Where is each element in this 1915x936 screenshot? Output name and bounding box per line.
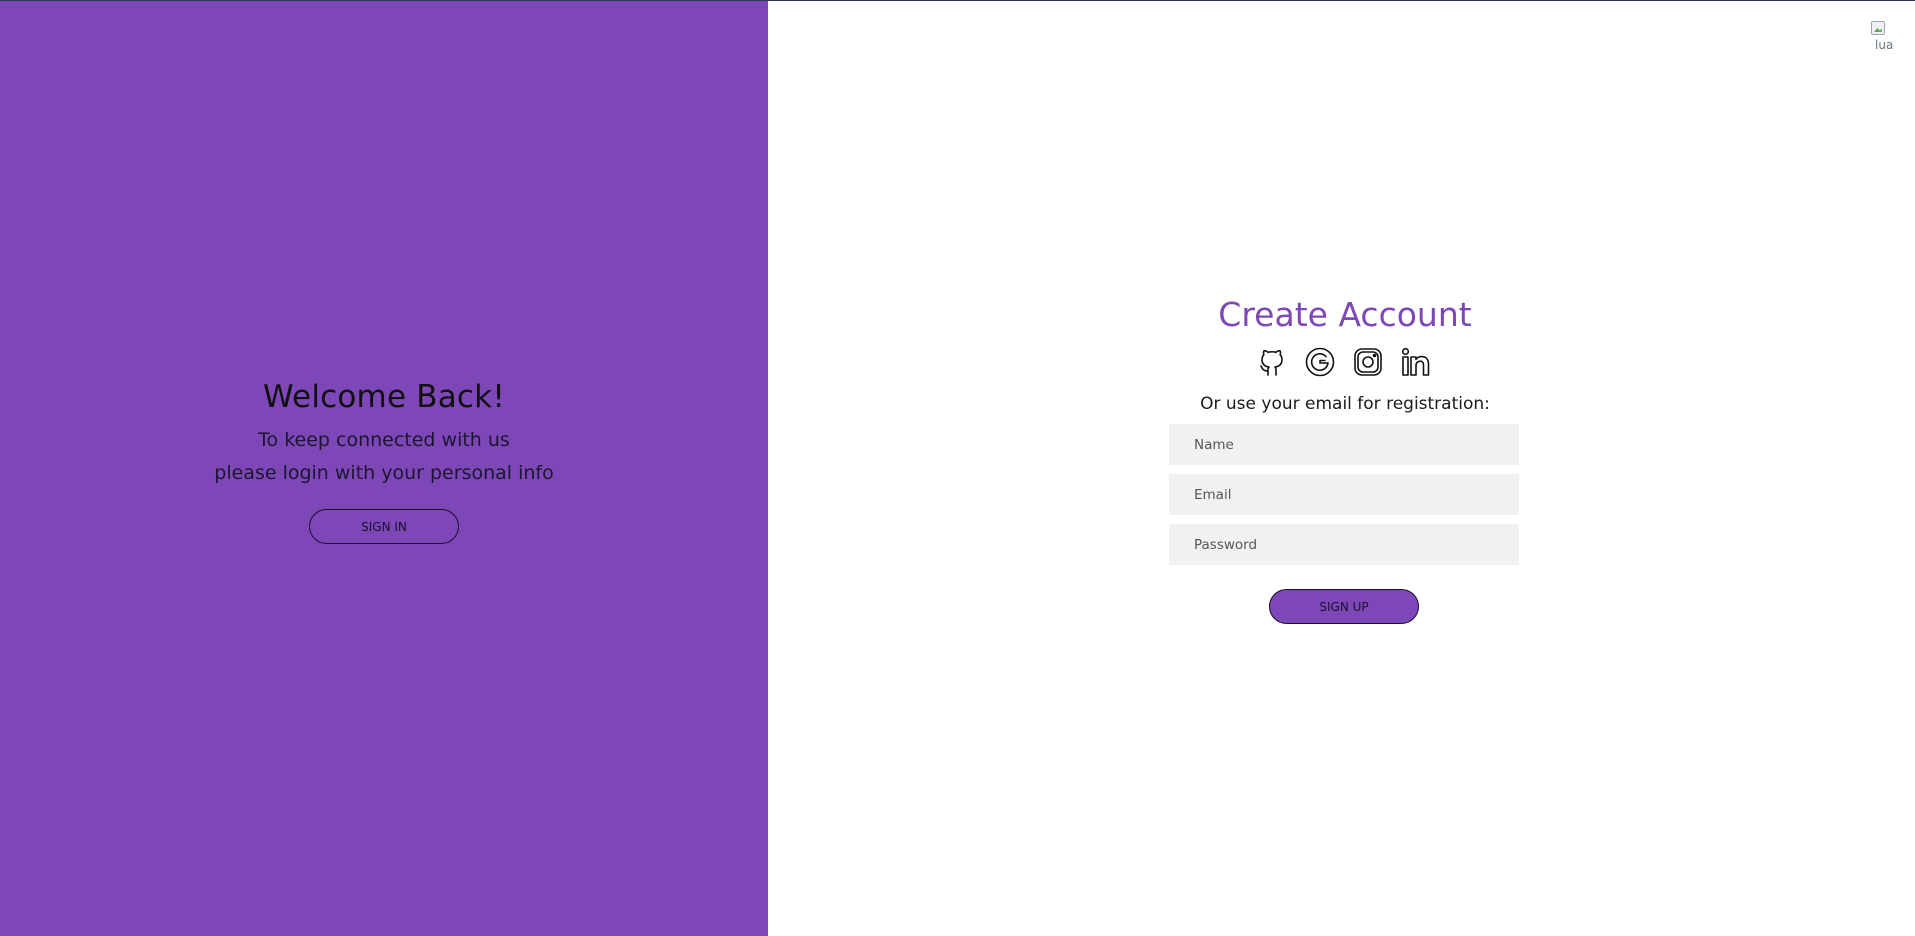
name-input[interactable]: [1169, 424, 1519, 465]
registration-subtitle: Or use your email for registration:: [1200, 394, 1490, 414]
welcome-panel: Welcome Back! To keep connected with us …: [0, 1, 768, 936]
sign-up-button[interactable]: SIGN UP: [1269, 589, 1419, 624]
welcome-title: Welcome Back!: [263, 379, 505, 415]
social-login-row: [1256, 343, 1432, 381]
password-input[interactable]: [1169, 524, 1519, 565]
broken-image-icon: lua: [1871, 21, 1893, 53]
image-placeholder-icon: [1871, 21, 1885, 35]
linkedin-icon[interactable]: [1400, 346, 1432, 378]
sign-in-button[interactable]: SIGN IN: [309, 509, 459, 544]
page: Welcome Back! To keep connected with us …: [0, 0, 1915, 936]
welcome-message-line-1: To keep connected with us: [258, 429, 510, 451]
email-input[interactable]: [1169, 474, 1519, 515]
image-alt-text: lua: [1875, 38, 1893, 52]
welcome-message-line-2: please login with your personal info: [214, 462, 554, 484]
github-icon[interactable]: [1256, 346, 1288, 378]
instagram-icon[interactable]: [1352, 346, 1384, 378]
create-account-title: Create Account: [1218, 295, 1472, 334]
google-icon[interactable]: [1304, 346, 1336, 378]
